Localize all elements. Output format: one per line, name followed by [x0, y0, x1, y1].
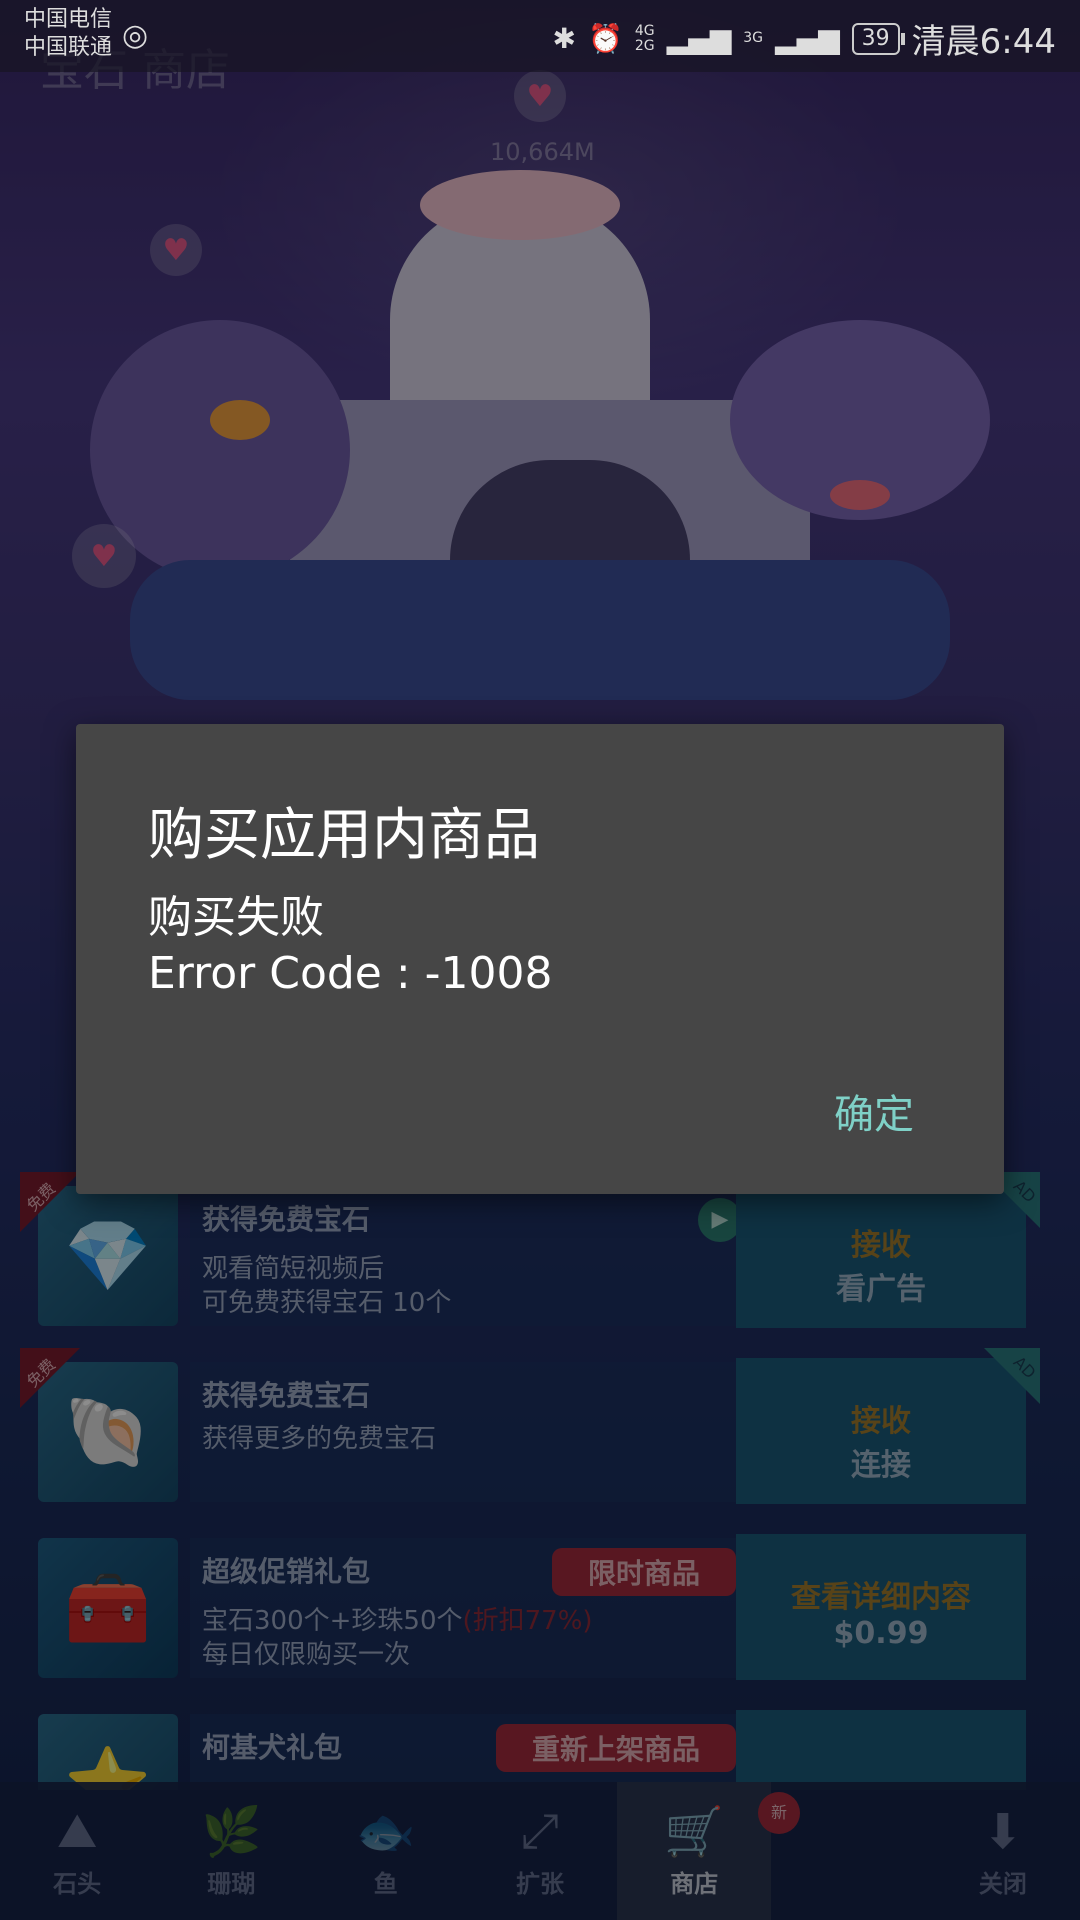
hotspot-icon: ◎: [122, 18, 149, 53]
bluetooth-icon: ✱: [552, 22, 577, 55]
signal-icon: ▂▄▆: [775, 22, 840, 55]
dialog-message: 购买失败 Error Code : -1008: [148, 890, 553, 1002]
network-type: 4G 2G: [634, 22, 655, 54]
ok-button[interactable]: 确定: [834, 1082, 914, 1140]
error-code: Error Code : -1008: [148, 948, 553, 999]
error-line: 购买失败: [148, 892, 324, 943]
clock: 清晨6:44: [911, 22, 1056, 62]
alarm-icon: ⏰: [588, 22, 623, 55]
status-bar: 中国电信 中国联通 ◎ ✱ ⏰ 4G 2G ▂▄▆ 3G ▂▄▆ 39 清晨6:4…: [0, 0, 1080, 72]
status-right: ✱ ⏰ 4G 2G ▂▄▆ 3G ▂▄▆ 39 清晨6:44: [553, 14, 1056, 63]
signal-icon: ▂▄▆: [666, 22, 732, 55]
battery-icon: 39: [851, 22, 905, 55]
dialog-title: 购买应用内商品: [148, 803, 540, 868]
network-3g: 3G: [743, 30, 764, 46]
carrier-names: 中国电信 中国联通: [24, 7, 113, 60]
purchase-error-dialog: 购买应用内商品 购买失败 Error Code : -1008 确定: [76, 724, 1004, 1194]
